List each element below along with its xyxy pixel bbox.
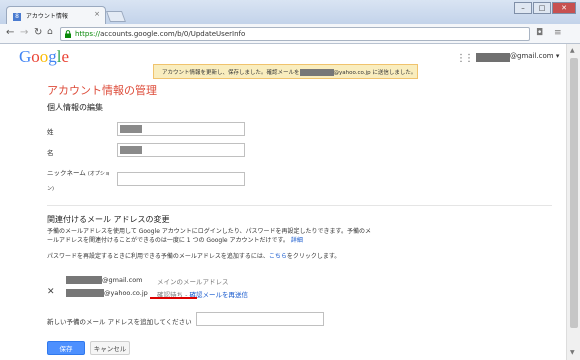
nickname-label-text: ニックネーム	[47, 169, 86, 177]
resend-link[interactable]: 確認メールを再送信	[189, 291, 248, 299]
address-bar[interactable]: https://accounts.google.com/b/0/UpdateUs…	[60, 27, 530, 41]
remove-email-icon[interactable]: ✕	[47, 287, 55, 297]
add-email-field[interactable]	[196, 312, 324, 326]
account-menu[interactable]: @gmail.com ▾	[510, 52, 559, 60]
last-name-field[interactable]	[117, 122, 245, 136]
browser-tab[interactable]: 8 アカウント情報 ×	[6, 6, 106, 24]
page-title: アカウント情報の管理	[47, 84, 157, 97]
scroll-up-icon[interactable]: ▲	[570, 47, 575, 54]
notice-redacted	[299, 69, 334, 76]
logo-letter: o	[39, 47, 49, 66]
primary-email-label: メインのメールアドレス	[157, 278, 229, 286]
window-controls: – □ ✕	[513, 2, 576, 14]
backup-email-redacted	[66, 289, 104, 297]
url-scheme: https://	[75, 30, 101, 38]
primary-email-redacted	[66, 276, 102, 284]
scroll-down-icon[interactable]: ▼	[570, 349, 575, 356]
backup-email-suffix: @yahoo.co.jp	[104, 289, 148, 297]
maximize-button[interactable]: □	[533, 2, 551, 14]
logo-letter: g	[48, 47, 57, 66]
recovery-text-before: パスワードを再設定するときに利用できる予備のメールアドレスを追加するには、	[47, 253, 269, 260]
favicon-icon: 8	[13, 12, 21, 21]
details-link[interactable]: 詳細	[291, 237, 303, 244]
notice-text-after: @yahoo.co.jp に送信しました。	[333, 70, 417, 76]
desc-line-2: ールアドレスを関連付けることができるのは一度に 1 つの Google アカウン…	[47, 236, 557, 245]
url-path: accounts.google.com/b/0/UpdateUserInfo	[100, 30, 246, 38]
logo-letter: e	[61, 47, 70, 66]
cancel-button[interactable]: キャンセル	[90, 341, 130, 355]
recovery-text: パスワードを再設定するときに利用できる予備のメールアドレスを追加するには、こちら…	[47, 252, 557, 261]
email-heading: 関連付けるメール アドレスの変更	[47, 215, 170, 224]
nickname-field[interactable]	[117, 172, 245, 186]
nickname-optional: (オプショ	[87, 171, 110, 177]
logo-letter: o	[31, 47, 40, 66]
page-scrollbar[interactable]: ▲ ▼	[566, 44, 580, 360]
recovery-text-after: をクリックします。	[286, 253, 341, 260]
minimize-button[interactable]: –	[514, 2, 532, 14]
recovery-link[interactable]: こちら	[269, 253, 287, 260]
menu-icon[interactable]: ≡	[554, 28, 562, 38]
add-email-label: 新しい予備のメール アドレスを追加してください	[47, 318, 192, 326]
tab-close-icon[interactable]: ×	[94, 10, 100, 18]
section-divider	[47, 205, 552, 206]
logo-letter: G	[19, 47, 32, 66]
last-name-redacted	[120, 125, 142, 133]
saved-notice: アカウント情報を更新し、保存しました。確認メールを @yahoo.co.jp に送…	[153, 64, 418, 79]
camera-icon[interactable]: ◘	[536, 28, 543, 38]
reload-icon[interactable]: ↻	[34, 27, 42, 38]
google-logo[interactable]: Google	[19, 47, 69, 67]
nickname-label: ニックネーム (オプショ	[47, 167, 110, 177]
personal-heading: 個人情報の編集	[47, 103, 103, 112]
window-titlebar: 8 アカウント情報 × – □ ✕	[0, 0, 580, 24]
highlight-underline	[150, 297, 197, 299]
save-button[interactable]: 保存	[47, 341, 85, 355]
forward-icon[interactable]: →	[20, 27, 28, 38]
account-redacted	[476, 53, 510, 62]
browser-toolbar: ← → ↻ ⌂ https://accounts.google.com/b/0/…	[0, 24, 580, 44]
last-name-label: 姓	[47, 128, 54, 136]
first-name-field[interactable]	[117, 143, 245, 157]
page-content: Google ⋮⋮⋮ @gmail.com ▾ アカウント情報を更新し、保存しま…	[0, 44, 566, 360]
tab-title: アカウント情報	[25, 13, 68, 20]
primary-email-suffix: @gmail.com	[102, 276, 143, 284]
home-icon[interactable]: ⌂	[47, 27, 53, 37]
nickname-optional-cont: ン)	[47, 186, 54, 192]
desc-line-1: 予備のメールアドレスを使用して Google アカウントにログインしたり、パスワ…	[47, 228, 371, 235]
notice-text-before: アカウント情報を更新し、保存しました。確認メールを	[162, 70, 300, 76]
desc-line-2-text: ールアドレスを関連付けることができるのは一度に 1 つの Google アカウン…	[47, 237, 289, 244]
scroll-thumb[interactable]	[570, 58, 578, 328]
first-name-label: 名	[47, 149, 54, 157]
close-window-button[interactable]: ✕	[552, 2, 576, 14]
email-description: 予備のメールアドレスを使用して Google アカウントにログインしたり、パスワ…	[47, 227, 557, 245]
new-tab-button[interactable]	[105, 11, 127, 22]
back-icon[interactable]: ←	[6, 27, 14, 38]
lock-icon	[65, 30, 71, 38]
first-name-redacted	[120, 146, 142, 154]
